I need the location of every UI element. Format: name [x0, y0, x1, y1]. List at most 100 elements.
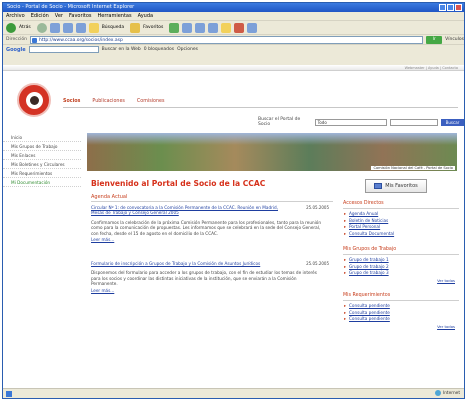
search-scope-select[interactable]: Todo: [314, 118, 387, 126]
toolbar: Atrás Búsqueda Favoritos: [3, 20, 464, 34]
news-title-link[interactable]: Formulario de inscripción a Grupos de Tr…: [91, 261, 291, 266]
menu-edit[interactable]: Edición: [31, 12, 49, 20]
news-title-link[interactable]: Circular Nº 1: de convocatoria a la Comi…: [91, 205, 291, 216]
google-search-input[interactable]: [28, 46, 99, 53]
web-page: Webmaster | Ayuda | Contacto Socios Publ…: [3, 65, 464, 390]
section-title: Mis Requerimientos: [343, 293, 459, 301]
title-bar: Socio - Portal de Socio - Microsoft Inte…: [3, 3, 464, 12]
forward-icon[interactable]: [36, 22, 47, 33]
history-icon[interactable]: [182, 22, 193, 33]
stop-icon[interactable]: [49, 22, 60, 33]
print-icon[interactable]: [208, 22, 219, 33]
quick-access-section: Accesos Directos Agenda Anual Boletín de…: [343, 201, 459, 237]
nav-publicaciones[interactable]: Publicaciones: [92, 99, 125, 104]
quick-access-link[interactable]: Consulta Documental: [343, 231, 459, 238]
top-navigation: Socios Publicaciones Comisiones: [63, 99, 164, 104]
google-options-button[interactable]: Opciones: [177, 47, 198, 52]
favorites-button-label: Mis Favoritos: [385, 183, 418, 189]
window-title: Socio - Portal de Socio - Microsoft Inte…: [7, 4, 135, 10]
maximize-button[interactable]: [447, 4, 454, 11]
nav-divider: [63, 107, 458, 108]
google-toolbar: Google Buscar en la Web 0 bloqueados Opc…: [3, 44, 464, 54]
ccac-logo-icon[interactable]: [17, 83, 51, 117]
agenda-heading: Agenda Actual: [91, 194, 128, 200]
back-icon[interactable]: [6, 22, 16, 33]
page-status-icon: [6, 391, 12, 397]
go-button[interactable]: Ir: [426, 35, 443, 44]
page-header-strip: Webmaster | Ayuda | Contacto: [3, 65, 464, 71]
view-all-link[interactable]: Ver todos: [343, 324, 459, 329]
sidebar: Inicio Mis Grupos de Trabajo Mis Enlaces…: [3, 133, 81, 303]
quick-access-link[interactable]: Boletín de Noticias: [343, 218, 459, 225]
quick-access-link[interactable]: Agenda Anual: [343, 211, 459, 218]
discuss-icon[interactable]: [234, 22, 245, 33]
address-bar: Dirección http://www.ccaa.org/socios/ind…: [3, 34, 464, 44]
address-label: Dirección: [6, 37, 28, 42]
news-body: Disponemos del formulario para acceder a…: [91, 270, 317, 287]
back-label[interactable]: Atrás: [19, 25, 31, 30]
favorites-label[interactable]: Favoritos: [143, 25, 163, 30]
banner-caption: Comisión Nacional del Café - Portal de S…: [371, 166, 455, 170]
sidebar-item-documentacion[interactable]: Mi Documentación: [3, 178, 81, 187]
minimize-button[interactable]: [439, 4, 446, 11]
header-banner-image: Comisión Nacional del Café - Portal de S…: [87, 133, 457, 171]
close-button[interactable]: [455, 4, 462, 11]
sidebar-item-inicio[interactable]: Inicio: [3, 133, 81, 142]
news-date: 25.05.2005: [306, 261, 329, 266]
window-controls: [439, 4, 462, 11]
agenda-divider: [91, 201, 333, 202]
mail-icon[interactable]: [195, 22, 206, 33]
requirement-link[interactable]: Consulta pendiente: [343, 310, 459, 317]
menu-view[interactable]: Ver: [55, 12, 63, 20]
news-date: 25.05.2005: [306, 205, 329, 210]
status-bar: Internet: [3, 388, 464, 398]
nav-socios[interactable]: Socios: [63, 99, 80, 104]
sidebar-item-boletines[interactable]: Mis Boletines y Circulares: [3, 160, 81, 169]
portal-search-button[interactable]: Buscar: [440, 118, 464, 126]
news-more-link[interactable]: Leer más...: [91, 288, 333, 293]
links-label[interactable]: Vínculos: [445, 37, 464, 42]
news-item: Circular Nº 1: de convocatoria a la Comi…: [91, 205, 333, 242]
refresh-icon[interactable]: [62, 22, 73, 33]
news-more-link[interactable]: Leer más...: [91, 237, 333, 242]
requirement-link[interactable]: Consulta pendiente: [343, 316, 459, 323]
menu-favorites[interactable]: Favoritos: [69, 12, 92, 20]
menu-file[interactable]: Archivo: [6, 12, 25, 20]
portal-search-input[interactable]: [389, 118, 438, 126]
home-icon[interactable]: [75, 22, 86, 33]
work-group-link[interactable]: Grupo de trabajo 1: [343, 257, 459, 264]
popup-blocked-label[interactable]: 0 bloqueados: [144, 47, 174, 52]
nav-comisiones[interactable]: Comisiones: [137, 99, 165, 104]
quick-access-link[interactable]: Portal Personal: [343, 224, 459, 231]
menu-help[interactable]: Ayuda: [138, 12, 153, 20]
address-input[interactable]: http://www.ccaa.org/socios/index.asp: [30, 35, 424, 44]
news-item: Formulario de inscripción a Grupos de Tr…: [91, 261, 333, 293]
page-title: Bienvenido al Portal de Socio de la CCAC: [91, 179, 266, 188]
section-title: Mis Grupos de Trabajo: [343, 247, 459, 255]
work-group-link[interactable]: Grupo de trabajo 2: [343, 264, 459, 271]
header-links[interactable]: Webmaster | Ayuda | Contacto: [405, 66, 458, 70]
requirement-link[interactable]: Consulta pendiente: [343, 303, 459, 310]
edit-icon[interactable]: [221, 22, 232, 33]
google-logo[interactable]: Google: [6, 47, 26, 53]
section-title: Accesos Directos: [343, 201, 459, 209]
portal-search-label: Buscar el Portal de Socio: [258, 117, 301, 127]
work-groups-section: Mis Grupos de Trabajo Grupo de trabajo 1…: [343, 247, 459, 283]
sidebar-item-requerimientos[interactable]: Mis Requerimientos: [3, 169, 81, 178]
folder-icon: [374, 183, 383, 189]
google-search-button[interactable]: Buscar en la Web: [102, 47, 141, 52]
menu-tools[interactable]: Herramientas: [98, 12, 132, 20]
work-group-link[interactable]: Grupo de trabajo 3: [343, 270, 459, 277]
messenger-icon[interactable]: [247, 22, 258, 33]
sidebar-item-grupos[interactable]: Mis Grupos de Trabajo: [3, 142, 81, 151]
zone-label: Internet: [442, 390, 460, 396]
search-label[interactable]: Búsqueda: [102, 25, 124, 30]
sidebar-item-enlaces[interactable]: Mis Enlaces: [3, 151, 81, 160]
portal-search: Buscar el Portal de Socio Todo Buscar: [258, 117, 464, 127]
search-icon[interactable]: [88, 22, 99, 33]
view-all-link[interactable]: Ver todos: [343, 278, 459, 283]
browser-window: Socio - Portal de Socio - Microsoft Inte…: [2, 2, 465, 399]
favorites-icon[interactable]: [130, 22, 141, 33]
favorites-button[interactable]: Mis Favoritos: [365, 179, 427, 193]
media-icon[interactable]: [169, 22, 180, 33]
